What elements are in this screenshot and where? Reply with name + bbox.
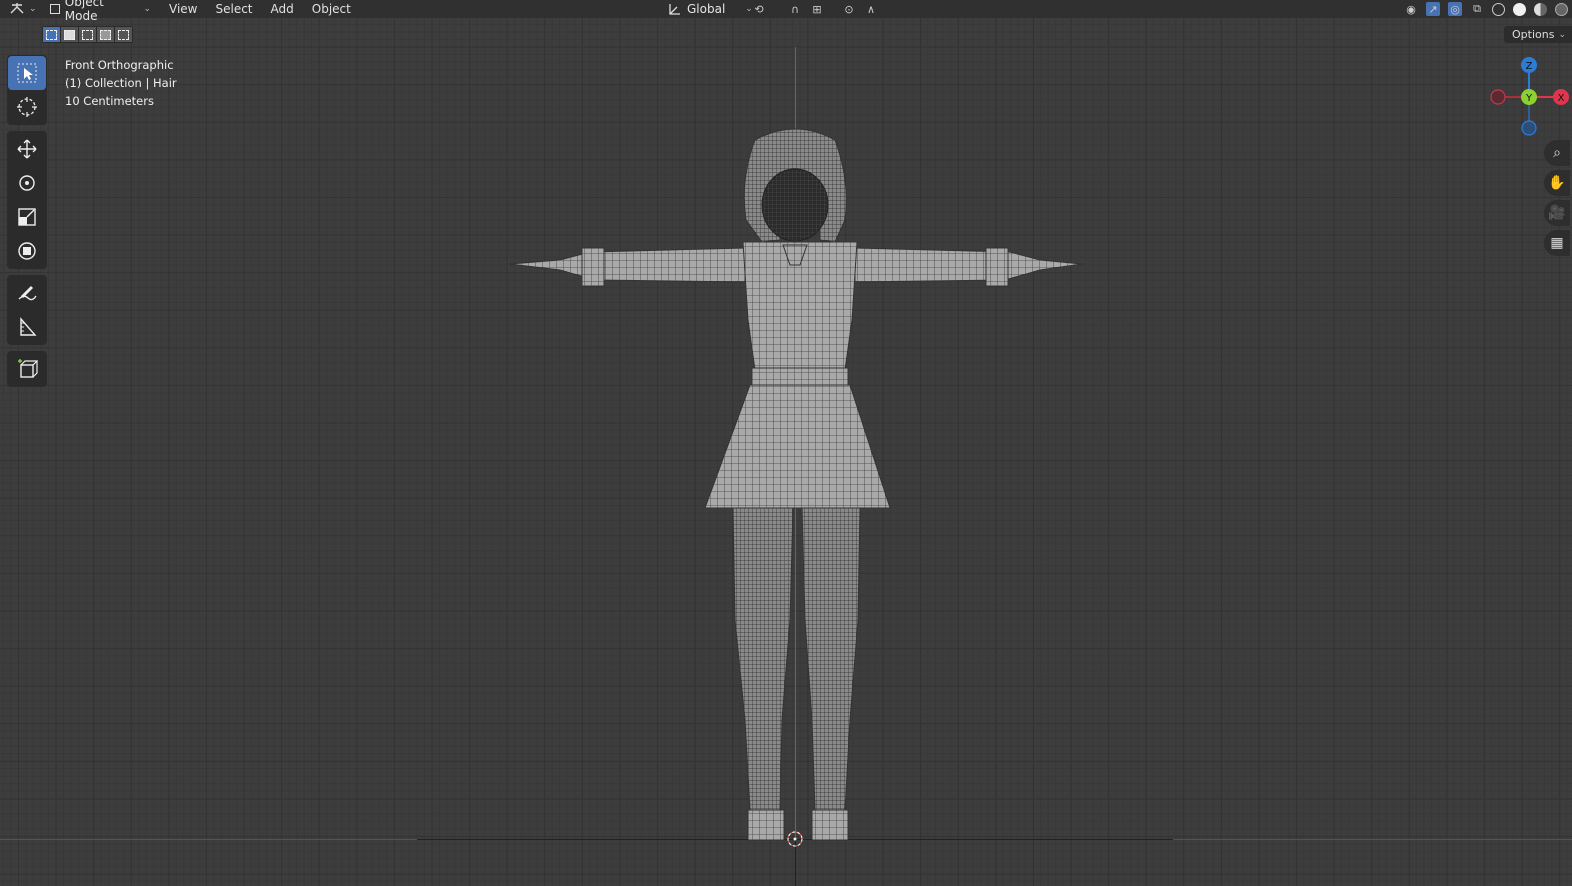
measure-icon [20,317,37,336]
viewport-header: ⌄ Object Mode ⌄ View Select Add Object G… [0,0,1572,23]
scale-icon [18,208,36,226]
material-preview-icon[interactable] [1534,2,1547,16]
tool-shelf [7,55,47,393]
3d-viewport-icon [10,3,24,14]
view-name: Front Orthographic [65,58,174,72]
rendered-shading-icon[interactable] [1555,2,1568,16]
select-box-icon [17,63,37,83]
right-arm [854,247,1083,283]
origin-marker[interactable] [786,830,804,848]
mode-label: Object Mode [64,0,104,23]
skirt [704,384,891,509]
rotate-icon [19,175,35,191]
object-mode-icon [50,4,60,14]
proportional-editing-icon[interactable]: ⊙ [842,2,856,16]
select-intersect-button[interactable] [115,27,132,42]
transform-orientation-label: Global [687,2,726,16]
measure-tool[interactable] [8,310,46,344]
options-label: Options [1512,28,1555,41]
chevron-down-icon: ⌄ [143,4,151,14]
neg-x-handle [1490,89,1506,105]
annotate-icon [18,286,37,301]
wireframe-shading-icon[interactable] [1492,2,1505,16]
add-cube-icon [18,359,38,378]
options-dropdown[interactable]: Options ⌄ [1504,26,1572,43]
pivot-snap-proportional-group: ⟲ ∩ ⊞ ⊙ ∧ [752,0,878,18]
select-box-tool[interactable] [8,56,46,90]
gizmo-toggle-icon[interactable]: ↗ [1426,2,1440,16]
grid-scale-info: 10 Centimeters [65,94,154,108]
move-tool[interactable] [8,132,46,166]
overlays-icon[interactable]: ◎ [1448,2,1462,16]
add-cube-tool[interactable] [8,352,46,386]
cursor-tool[interactable] [8,90,46,124]
menu-view[interactable]: View [160,0,206,18]
left-arm [509,247,746,283]
annotate-tool[interactable] [8,276,46,310]
x-axis-label: X [1558,93,1565,104]
mode-dropdown[interactable]: Object Mode ⌄ [46,0,154,23]
left-leg [732,507,794,811]
select-invert-button[interactable] [97,27,114,42]
pan-hand-icon[interactable]: ✋ [1544,170,1570,196]
menu-add[interactable]: Add [262,0,303,18]
navigation-controls: ⌕ ✋ 🎥 ▦ [1544,140,1572,260]
select-new-button[interactable] [43,27,60,42]
zoom-icon[interactable]: ⌕ [1544,140,1570,166]
selection-mode-buttons [42,26,133,43]
move-icon [17,139,37,159]
chevron-down-icon: ⌄ [29,4,37,14]
editor-type-selector[interactable]: ⌄ [8,0,37,18]
neg-z-handle [1521,120,1537,136]
transform-icon [18,242,36,260]
pivot-point-icon[interactable]: ⟲ [752,2,766,16]
collection-info: (1) Collection | Hair [65,76,177,90]
snap-target-icon[interactable]: ⊞ [810,2,824,16]
face [761,168,829,242]
y-axis-label: Y [1525,93,1533,104]
character-wireframe-model[interactable] [500,120,1100,845]
chevron-down-icon: ⌄ [1558,29,1566,40]
camera-icon[interactable]: 🎥 [1544,200,1570,226]
visibility-eye-icon[interactable]: ◉ [1404,2,1418,16]
viewport-info-overlay: Front Orthographic (1) Collection | Hair… [65,56,177,110]
scale-tool[interactable] [8,200,46,234]
xray-toggle-icon[interactable]: ⧉ [1470,2,1484,16]
navigation-gizmo[interactable]: Z Y X [1480,55,1572,141]
right-leg [801,507,861,811]
menu-select[interactable]: Select [206,0,261,18]
viewport-shading-tools: ◉ ↗ ◎ ⧉ [1404,0,1568,18]
snap-magnet-icon[interactable]: ∩ [788,2,802,16]
select-subtract-button[interactable] [79,27,96,42]
select-extend-button[interactable] [61,27,78,42]
transform-tool[interactable] [8,234,46,268]
falloff-curve-icon[interactable]: ∧ [864,2,878,16]
menu-object[interactable]: Object [303,0,360,18]
cursor-icon [17,97,37,117]
rotate-tool[interactable] [8,166,46,200]
transform-orientation-dropdown[interactable]: Global ⌄ [667,0,753,18]
solid-shading-icon[interactable] [1513,2,1526,16]
header-menus: View Select Add Object [160,0,360,18]
grid-perspective-icon[interactable]: ▦ [1544,230,1570,256]
orientation-axes-icon [669,4,680,15]
z-axis-label: Z [1526,61,1533,72]
